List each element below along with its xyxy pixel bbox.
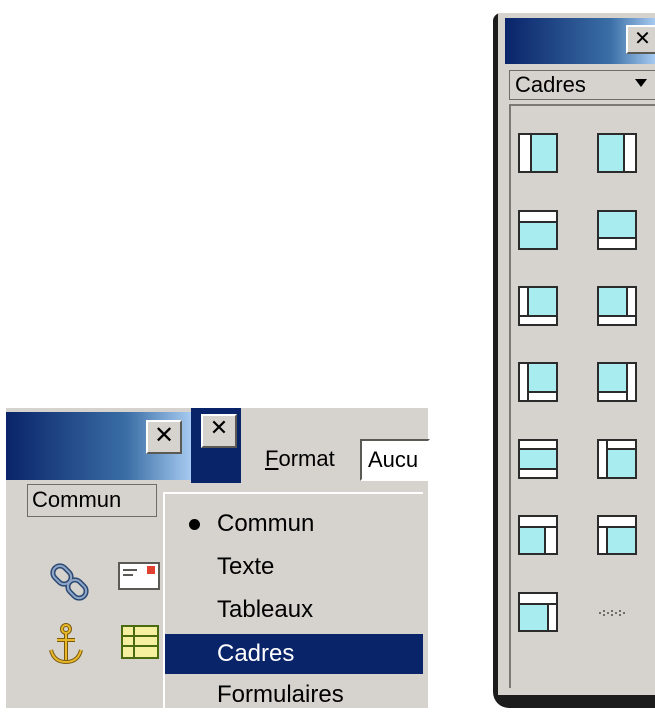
table-icon[interactable] — [120, 624, 160, 665]
frames-more-icon[interactable] — [597, 600, 637, 640]
right-frame-icon[interactable] — [597, 133, 637, 173]
left-panel-body — [6, 520, 164, 708]
chevron-down-icon[interactable] — [635, 79, 647, 87]
email-link-icon[interactable] — [117, 561, 161, 596]
right-nested-top-frame-icon[interactable] — [518, 515, 558, 555]
menu-item-cadres[interactable]: Cadres — [165, 634, 423, 674]
left-panel-close-button[interactable]: ✕ — [146, 420, 182, 454]
bottom-nested-left-frame-icon[interactable] — [518, 286, 558, 326]
left-nested-top-frame-icon[interactable] — [597, 439, 637, 479]
top-frame-icon[interactable] — [518, 210, 558, 250]
top-nested-left-frame-icon[interactable] — [597, 515, 637, 555]
right-panel-close-button[interactable]: ✕ — [626, 25, 655, 54]
bottom-nested-right-frame-icon[interactable] — [597, 286, 637, 326]
menu-item-formulaires[interactable]: Formulaires — [165, 675, 423, 715]
menu-item-label: Cadres — [217, 640, 295, 667]
format-label-accesskey: F — [265, 446, 279, 471]
menu-item-label: Commun — [217, 510, 315, 537]
format-label-rest: ormat — [278, 446, 335, 471]
menu-item-label: Formulaires — [217, 681, 344, 708]
menu-item-commun[interactable]: Commun — [165, 504, 423, 544]
bottom-frame-icon[interactable] — [597, 210, 637, 250]
top-and-bottom-frames-icon[interactable] — [518, 439, 558, 479]
format-label: Format — [265, 446, 335, 472]
left-frame-icon[interactable] — [518, 133, 558, 173]
right-nested-bottom-frame-icon[interactable] — [597, 362, 637, 402]
category-menu: Commun Texte Tableaux Cadres Formulaires — [163, 492, 423, 708]
left-nested-bottom-frame-icon[interactable] — [518, 362, 558, 402]
top-nested-right-frame-icon[interactable] — [518, 592, 558, 632]
left-category-select[interactable]: Commun — [27, 484, 157, 517]
menu-item-label: Tableaux — [217, 596, 314, 623]
checked-bullet-icon — [189, 519, 200, 530]
hyperlink-icon[interactable] — [49, 560, 93, 609]
named-anchor-icon[interactable] — [46, 622, 86, 673]
menu-item-tableaux[interactable]: Tableaux — [165, 590, 423, 630]
format-select[interactable]: Aucu — [360, 439, 430, 481]
right-category-select[interactable]: Cadres — [509, 70, 655, 100]
menu-item-texte[interactable]: Texte — [165, 547, 423, 587]
properties-close-button[interactable]: ✕ — [201, 414, 237, 448]
menu-item-label: Texte — [217, 553, 275, 580]
